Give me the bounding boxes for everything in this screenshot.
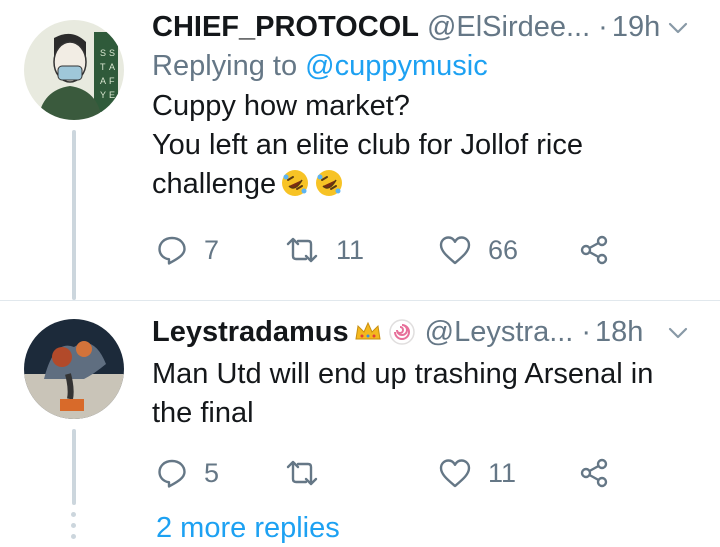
reply-button[interactable]: 7 [156, 230, 219, 270]
rolling-laughing-emoji [282, 170, 309, 196]
tweet-text: Man Utd will end up trashing Arsenal in … [152, 355, 720, 433]
separator-dot: · [581, 315, 592, 348]
avatar[interactable]: S T A Y S A F E [24, 20, 124, 120]
svg-text:A: A [109, 62, 115, 72]
tweet-actions: 7 11 66 [152, 230, 720, 270]
retweet-count: 11 [336, 234, 365, 265]
retweet-button[interactable] [284, 453, 336, 493]
like-button[interactable]: 66 [438, 230, 518, 270]
like-icon [439, 459, 471, 488]
tweet-header: Leystradamus @Leystra... · 18h [152, 313, 720, 351]
tweet-line: Man Utd will end up trashing Arsenal in [152, 358, 654, 390]
like-button[interactable]: 11 [438, 453, 516, 493]
svg-text:F: F [109, 76, 115, 86]
fish-cake-emoji [388, 319, 415, 345]
svg-text:Y: Y [100, 90, 106, 100]
avatar[interactable] [24, 319, 124, 419]
more-replies-link[interactable]: 2 more replies [156, 512, 340, 545]
svg-text:T: T [100, 62, 106, 72]
thread-line [72, 429, 76, 505]
replying-to-label: Replying to [152, 50, 298, 82]
share-icon [580, 458, 608, 488]
retweet-button[interactable]: 11 [284, 230, 364, 270]
user-handle[interactable]: @Leystra... [425, 316, 574, 349]
tweet-actions: 5 11 [152, 453, 720, 493]
share-button[interactable] [578, 230, 610, 270]
svg-text:A: A [100, 76, 106, 86]
tweet-chief-protocol[interactable]: S T A Y S A F E CHIEF_PROTOCOL @ElSirdee… [0, 0, 720, 300]
crown-emoji [355, 321, 381, 340]
separator-dot: · [598, 10, 608, 43]
display-name[interactable]: CHIEF_PROTOCOL [152, 11, 419, 44]
tweet-line: Cuppy how market? [152, 90, 410, 122]
share-icon [580, 235, 608, 265]
reply-icon [158, 236, 186, 265]
like-icon [439, 236, 471, 265]
tweet-text: Cuppy how market? You left an elite club… [152, 87, 720, 204]
tweet-line: the final [152, 397, 254, 429]
timestamp[interactable]: 19h [612, 11, 660, 44]
reply-count: 7 [204, 234, 220, 265]
retweet-icon [286, 460, 318, 486]
svg-text:E: E [109, 90, 115, 100]
like-count: 66 [488, 234, 519, 265]
user-handle[interactable]: @ElSirdee... [427, 11, 590, 44]
tweet-header: CHIEF_PROTOCOL @ElSirdee... · 19h [152, 8, 720, 46]
tweet-line-text: challenge [152, 168, 277, 200]
reply-icon [158, 459, 186, 488]
like-count: 11 [488, 457, 517, 488]
rolling-laughing-emoji [316, 170, 343, 196]
chevron-down-icon[interactable] [666, 321, 690, 345]
replying-to: Replying to @cuppymusic [152, 50, 720, 83]
svg-text:S: S [109, 48, 115, 58]
tweet-line: challenge [152, 165, 720, 204]
tweet-content: Leystradamus @Leystra... · 18h Man Utd w… [152, 313, 720, 433]
chevron-down-icon[interactable] [666, 16, 690, 40]
tweet-line: You left an elite club for Jollof rice [152, 129, 583, 161]
display-name[interactable]: Leystradamus [152, 316, 349, 349]
mention-link[interactable]: @cuppymusic [305, 50, 488, 82]
tweet-leystradamus[interactable]: Leystradamus @Leystra... · 18h Man Utd w… [0, 305, 720, 505]
retweet-icon [286, 237, 318, 263]
thread-line [72, 130, 76, 300]
more-replies-dots [70, 512, 78, 545]
share-button[interactable] [578, 453, 610, 493]
reply-button[interactable]: 5 [156, 453, 219, 493]
timestamp[interactable]: 18h [595, 316, 643, 349]
divider [0, 300, 720, 301]
tweet-content: CHIEF_PROTOCOL @ElSirdee... · 19h Replyi… [152, 8, 720, 204]
reply-count: 5 [204, 457, 220, 488]
svg-text:S: S [100, 48, 106, 58]
